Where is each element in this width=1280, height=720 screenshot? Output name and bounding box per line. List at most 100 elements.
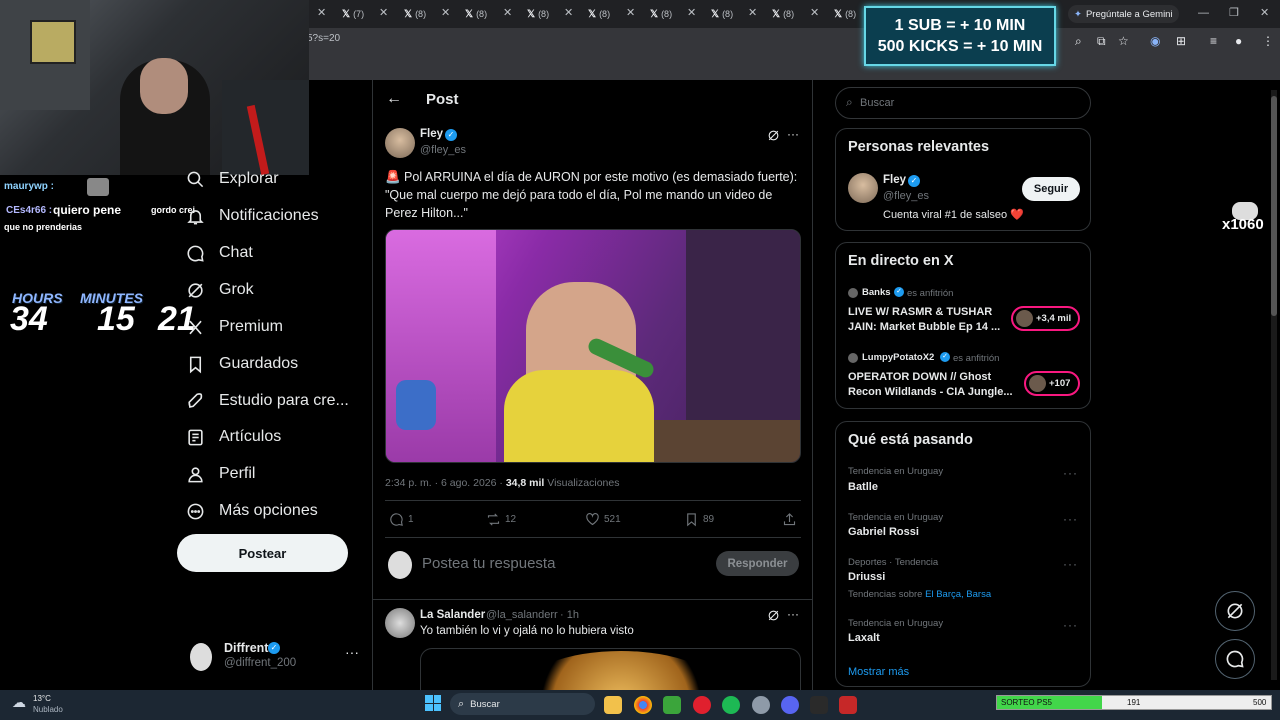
nav-grok[interactable]: Grok	[186, 275, 254, 305]
live-host[interactable]: Banks	[862, 287, 891, 298]
close-icon[interactable]: ✕	[687, 6, 696, 19]
trend-name[interactable]: Gabriel Rossi	[848, 526, 919, 538]
person-name[interactable]: Fley	[883, 174, 906, 186]
file-explorer-icon[interactable]	[604, 696, 622, 714]
spotify-icon[interactable]	[722, 696, 740, 714]
nav-explorar[interactable]: Explorar	[186, 164, 279, 194]
account-switcher[interactable]: Diffrent ✓ @diffrent_200 ···	[190, 640, 370, 676]
trend-related-link[interactable]: El Barça, Barsa	[925, 589, 991, 600]
live-listeners[interactable]: +3,4 mil	[1011, 306, 1080, 331]
live-title[interactable]: LIVE W/ RASMR & TUSHAR	[848, 306, 992, 318]
person-handle[interactable]: @fley_es	[883, 190, 929, 202]
close-icon[interactable]: ✕	[626, 6, 635, 19]
live-title[interactable]: Recon Wildlands - CIA Jungle...	[848, 386, 1013, 398]
live-title[interactable]: JAIN: Market Bubble Ep 14 ...	[848, 321, 1000, 333]
nav-perfil[interactable]: Perfil	[186, 459, 255, 489]
trend-name[interactable]: Driussi	[848, 571, 885, 583]
reply-author-name[interactable]: La Salander	[420, 609, 485, 621]
trend-name[interactable]: Batlle	[848, 481, 878, 493]
close-icon[interactable]: ✕	[317, 6, 326, 19]
like-action[interactable]: 521	[585, 512, 621, 527]
scrollbar-thumb[interactable]	[1271, 96, 1277, 316]
tab[interactable]: 𝕏 (8)	[588, 5, 610, 23]
opera-icon[interactable]	[693, 696, 711, 714]
close-icon[interactable]: ✕	[564, 6, 573, 19]
profile-avatar-icon[interactable]: ●	[1235, 34, 1242, 48]
taskbar-search[interactable]: ⌕ Buscar	[450, 693, 595, 715]
puzzle-icon[interactable]: ⊞	[1176, 34, 1186, 48]
repost-action[interactable]: 12	[486, 512, 516, 527]
more-dots-icon[interactable]: ···	[1063, 466, 1078, 480]
scrollbar[interactable]	[1271, 90, 1277, 680]
tab[interactable]: 𝕏 (8)	[772, 5, 794, 23]
nav-premium[interactable]: Premium	[186, 312, 283, 342]
nav-guardados[interactable]: Guardados	[186, 349, 298, 379]
post-image[interactable]	[385, 229, 801, 463]
close-icon[interactable]: ✕	[503, 6, 512, 19]
live-listeners[interactable]: +107	[1024, 371, 1080, 396]
reply-author-handle[interactable]: @la_salanderr	[486, 609, 558, 621]
minimize-icon[interactable]: —	[1198, 7, 1209, 19]
more-dots-icon[interactable]: ···	[787, 127, 799, 141]
reply-button[interactable]: Responder	[716, 551, 799, 576]
reply-input[interactable]: Postea tu respuesta	[422, 555, 555, 572]
tab[interactable]: 𝕏 (8)	[834, 5, 856, 23]
star-icon[interactable]: ☆	[1118, 34, 1129, 48]
show-more-link[interactable]: Mostrar más	[848, 666, 909, 678]
post-button[interactable]: Postear	[177, 534, 348, 572]
nav-notificaciones[interactable]: Notificaciones	[186, 201, 319, 231]
nav-estudio[interactable]: Estudio para cre...	[186, 386, 349, 416]
url-text[interactable]: 5?s=20	[307, 33, 340, 44]
back-arrow-icon[interactable]: ←	[386, 90, 402, 108]
menu-icon[interactable]: ⋮	[1262, 34, 1274, 48]
reply-action[interactable]: 1	[389, 512, 414, 527]
extension-icon[interactable]: ◉	[1150, 34, 1160, 48]
nav-mas-opciones[interactable]: Más opciones	[186, 496, 318, 526]
maximize-icon[interactable]: ❐	[1229, 6, 1239, 19]
avatar[interactable]	[848, 173, 878, 203]
grok-fab[interactable]	[1215, 591, 1255, 631]
grok-icon[interactable]	[767, 129, 780, 142]
search-input[interactable]: ⌕ Buscar	[835, 87, 1091, 119]
minecraft-icon[interactable]	[663, 696, 681, 714]
tab[interactable]: 𝕏 (7)	[342, 5, 364, 23]
bookmark-action[interactable]: 89	[684, 512, 714, 527]
nav-articulos[interactable]: Artículos	[186, 422, 281, 452]
zoom-icon[interactable]: ⌕	[1075, 34, 1082, 49]
reply-author-avatar[interactable]	[385, 608, 415, 638]
app-icon[interactable]	[810, 696, 828, 714]
nav-chat[interactable]: Chat	[186, 238, 253, 268]
discord-icon[interactable]	[781, 696, 799, 714]
follow-button[interactable]: Seguir	[1022, 177, 1080, 201]
app-icon[interactable]	[839, 696, 857, 714]
live-host[interactable]: LumpyPotatoX2	[862, 352, 934, 363]
tab[interactable]: 𝕏 (8)	[711, 5, 733, 23]
post-author-handle[interactable]: @fley_es	[420, 144, 466, 156]
post-author-avatar[interactable]	[385, 128, 415, 158]
close-icon[interactable]: ✕	[441, 6, 450, 19]
tab[interactable]: 𝕏 (8)	[404, 5, 426, 23]
gemini-button[interactable]: ✦ Pregúntale a Gemini	[1068, 5, 1179, 23]
more-dots-icon[interactable]: ···	[1063, 618, 1078, 632]
live-title[interactable]: OPERATOR DOWN // Ghost	[848, 371, 991, 383]
tab[interactable]: 𝕏 (8)	[527, 5, 549, 23]
post-author-name[interactable]: Fley	[420, 128, 443, 140]
close-icon[interactable]: ✕	[810, 6, 819, 19]
more-dots-icon[interactable]: ···	[1063, 557, 1078, 571]
tab-search-icon[interactable]: ≡	[1210, 34, 1217, 48]
app-icon[interactable]	[752, 696, 770, 714]
chrome-icon[interactable]	[634, 696, 652, 714]
trend-name[interactable]: Laxalt	[848, 632, 880, 644]
grok-icon[interactable]	[767, 609, 780, 622]
share-action[interactable]	[782, 512, 797, 527]
close-icon[interactable]: ✕	[379, 6, 388, 19]
install-icon[interactable]: ⧉	[1097, 34, 1106, 49]
reply-media[interactable]	[420, 648, 801, 690]
close-window-icon[interactable]: ✕	[1260, 6, 1269, 19]
tab[interactable]: 𝕏 (8)	[650, 5, 672, 23]
tab[interactable]: 𝕏 (8)	[465, 5, 487, 23]
messages-fab[interactable]	[1215, 639, 1255, 679]
more-dots-icon[interactable]: ···	[787, 607, 799, 621]
more-dots-icon[interactable]: ···	[1063, 512, 1078, 526]
windows-start-icon[interactable]	[425, 695, 441, 711]
